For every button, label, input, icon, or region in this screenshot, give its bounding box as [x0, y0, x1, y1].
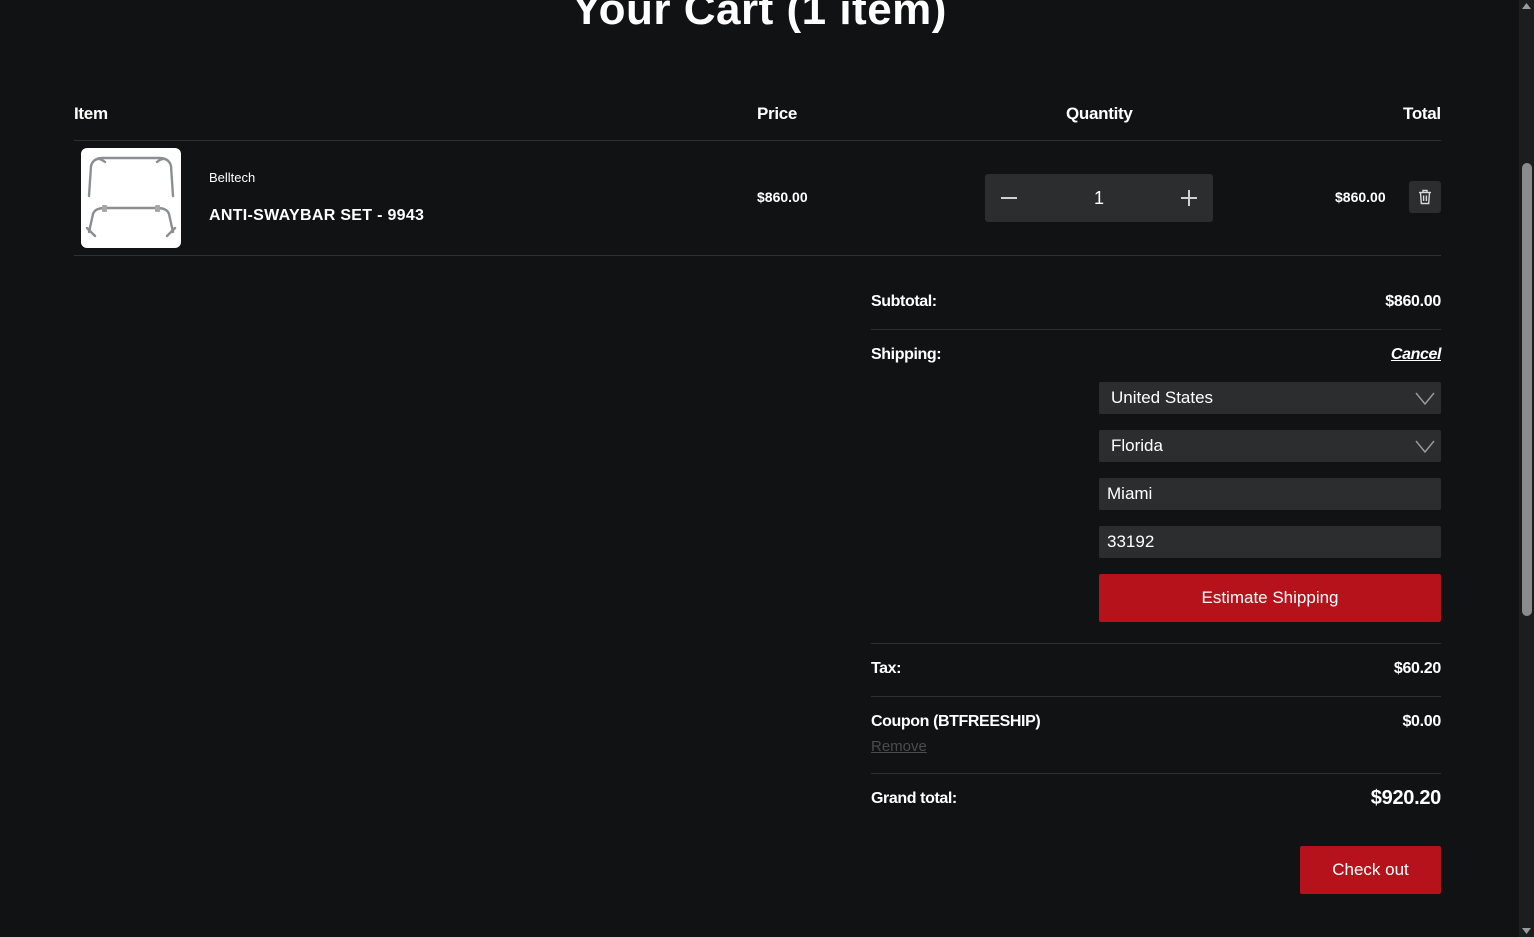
remove-coupon-link[interactable]: Remove [871, 738, 927, 755]
shipping-label: Shipping: [871, 346, 942, 363]
chevron-down-icon [1415, 440, 1435, 454]
minus-icon [1001, 197, 1017, 199]
state-select-value: Florida [1111, 436, 1163, 455]
summary-divider [871, 773, 1441, 774]
scroll-up-button[interactable] [1519, 0, 1534, 12]
city-input[interactable]: Miami [1099, 478, 1441, 510]
grand-total-value: $920.20 [1370, 787, 1442, 809]
scroll-down-arrow-icon [1522, 928, 1531, 934]
cancel-shipping-link[interactable]: Cancel [1391, 346, 1441, 364]
grand-total-label: Grand total: [871, 790, 957, 807]
zip-input[interactable]: 33192 [1099, 526, 1441, 558]
quantity-value[interactable]: 1 [1033, 174, 1165, 222]
column-header-quantity: Quantity [1066, 104, 1133, 123]
scroll-down-button[interactable] [1519, 925, 1534, 937]
column-header-price: Price [757, 104, 798, 123]
increase-quantity-button[interactable] [1165, 174, 1213, 222]
coupon-value: $0.00 [1402, 713, 1441, 730]
sway-bar-product-image [85, 156, 177, 238]
summary-divider [871, 329, 1441, 330]
trash-icon [1419, 189, 1431, 205]
tax-label: Tax: [871, 660, 902, 677]
line-total: $860.00 [1335, 189, 1386, 205]
coupon-label: Coupon (BTFREESHIP) [871, 713, 1041, 730]
column-header-total: Total [1403, 104, 1441, 123]
country-select-value: United States [1111, 388, 1214, 407]
estimate-shipping-button[interactable]: Estimate Shipping [1099, 574, 1441, 622]
subtotal-value: $860.00 [1385, 293, 1441, 310]
quantity-stepper: 1 [985, 174, 1213, 222]
page-title: Your Cart (1 item) [572, 0, 947, 34]
product-name-link[interactable]: ANTI-SWAYBAR SET - 9943 [209, 207, 424, 225]
state-select[interactable]: Florida [1099, 430, 1441, 462]
checkout-button[interactable]: Check out [1300, 846, 1441, 894]
summary-divider [871, 696, 1441, 697]
subtotal-label: Subtotal: [871, 293, 937, 310]
product-brand: Belltech [209, 170, 256, 185]
cart-page: Your Cart (1 item) Item Price Quantity T… [0, 0, 1519, 937]
page-scrollbar[interactable] [1519, 0, 1534, 937]
remove-item-button[interactable] [1409, 181, 1441, 213]
plus-icon [1181, 190, 1197, 206]
row-divider [74, 255, 1441, 256]
scrollbar-thumb[interactable] [1522, 163, 1532, 616]
summary-divider [871, 643, 1441, 644]
chevron-down-icon [1415, 392, 1435, 406]
tax-value: $60.20 [1393, 660, 1441, 677]
product-price: $860.00 [757, 189, 808, 205]
column-header-item: Item [74, 104, 108, 123]
scroll-up-arrow-icon [1522, 3, 1531, 9]
country-select[interactable]: United States [1099, 382, 1441, 414]
header-divider [74, 140, 1441, 141]
decrease-quantity-button[interactable] [985, 174, 1033, 222]
product-image[interactable] [81, 148, 181, 248]
